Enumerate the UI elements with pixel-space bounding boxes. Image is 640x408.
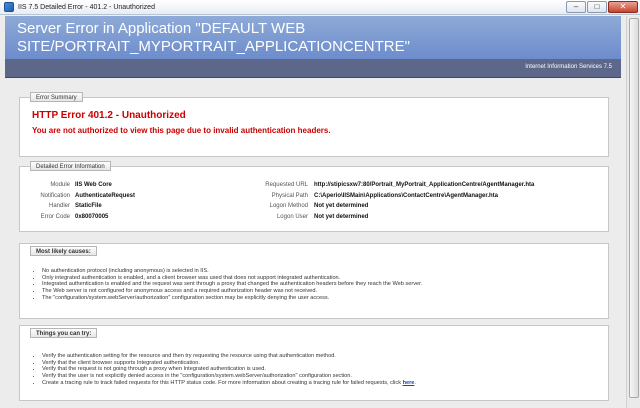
actions-list: Verify the authentication setting for th…	[42, 353, 416, 387]
detail-row: Physical Path C:\Aperio\IISMain\Applicat…	[240, 191, 608, 202]
list-item: Verify that the client browser supports …	[42, 360, 416, 367]
detail-right-table: Requested URL http://stipicsxw7:80/Portr…	[240, 180, 608, 225]
error-summary-section: Error Summary HTTP Error 401.2 - Unautho…	[19, 92, 609, 157]
causes-list: No authentication protocol (including an…	[42, 268, 422, 302]
list-item: No authentication protocol (including an…	[42, 268, 422, 275]
list-item: Verify the authentication setting for th…	[42, 353, 416, 360]
here-link[interactable]: here	[403, 380, 415, 386]
list-item: Only integrated authentication is enable…	[42, 275, 422, 282]
detailed-error-legend: Detailed Error Information	[30, 161, 111, 171]
server-bar: Internet Information Services 7.5	[5, 59, 621, 78]
detail-value: http://stipicsxw7:80/Portrait_MyPortrait…	[314, 182, 535, 188]
detail-value: Not yet determined	[314, 203, 369, 209]
detail-row: Requested URL http://stipicsxw7:80/Portr…	[240, 180, 608, 191]
detail-value: Not yet determined	[314, 213, 369, 220]
detail-value: 0x80070005	[75, 213, 109, 220]
link-suffix: .	[414, 379, 416, 386]
page-title-line1: Server Error in Application "DEFAULT WEB	[17, 20, 306, 37]
page-header: Server Error in Application "DEFAULT WEB…	[5, 16, 621, 59]
list-item: The "configuration/system.webServer/auth…	[42, 295, 422, 302]
page-title-line2: SITE/PORTRAIT_MYPORTRAIT_APPLICATIONCENT…	[17, 38, 410, 55]
window-titlebar[interactable]: IIS 7.5 Detailed Error - 401.2 - Unautho…	[0, 0, 640, 15]
detail-key: Error Code	[40, 213, 70, 220]
iis-version: Internet Information Services 7.5	[525, 64, 612, 70]
maximize-button[interactable]: □	[587, 1, 607, 13]
page-viewport: Server Error in Application "DEFAULT WEB…	[0, 16, 626, 408]
error-message: You are not authorized to view this page…	[32, 126, 331, 135]
actions-section: Things you can try: Verify the authentic…	[19, 325, 609, 401]
list-item: Integrated authentication is enabled and…	[42, 281, 422, 288]
detail-key: Handler	[48, 203, 70, 209]
detail-key: Module	[50, 182, 70, 188]
minimize-button[interactable]: –	[566, 1, 586, 13]
detailed-error-section: Detailed Error Information Module IIS We…	[19, 161, 609, 232]
detail-value: C:\Aperio\IISMain\Applications\ContactCe…	[314, 192, 499, 199]
close-button[interactable]: ✕	[608, 1, 638, 13]
actions-legend: Things you can try:	[30, 328, 98, 338]
detail-row: Logon User Not yet determined	[240, 212, 608, 223]
list-item: Create a tracing rule to track failed re…	[42, 380, 416, 387]
list-item: Verify that the user is not explicitly d…	[42, 373, 416, 380]
list-item: Verify that the request is not going thr…	[42, 366, 416, 373]
detail-key: Notification	[40, 192, 70, 199]
detail-left-table: Module IIS Web Core Notification Authent…	[20, 180, 240, 225]
causes-section: Most likely causes: No authentication pr…	[19, 243, 609, 319]
list-item: The Web server is not configured for ano…	[42, 288, 422, 295]
error-title: HTTP Error 401.2 - Unauthorized	[32, 110, 186, 121]
vertical-scrollbar[interactable]	[626, 16, 640, 408]
detail-row: Notification AuthenticateRequest	[20, 191, 240, 202]
window-title: IIS 7.5 Detailed Error - 401.2 - Unautho…	[18, 3, 155, 11]
detail-row: Error Code 0x80070005	[20, 212, 240, 223]
detail-row: Module IIS Web Core	[20, 180, 240, 191]
detail-value: StaticFile	[75, 203, 102, 209]
detail-key: Physical Path	[271, 192, 308, 199]
detail-value: AuthenticateRequest	[75, 192, 136, 199]
detail-key: Requested URL	[265, 182, 308, 188]
detail-key: Logon Method	[269, 203, 308, 209]
detail-key: Logon User	[276, 213, 308, 220]
causes-legend: Most likely causes:	[30, 246, 97, 256]
window-controls: – □ ✕	[566, 1, 638, 13]
tracing-rule-text: Create a tracing rule to track failed re…	[42, 379, 401, 386]
detail-row: Handler StaticFile	[20, 201, 240, 212]
error-summary-legend: Error Summary	[30, 92, 83, 102]
browser-icon	[4, 2, 14, 12]
scrollbar-thumb[interactable]	[629, 18, 639, 398]
detail-value: IIS Web Core	[75, 182, 112, 188]
detail-row: Logon Method Not yet determined	[240, 201, 608, 212]
